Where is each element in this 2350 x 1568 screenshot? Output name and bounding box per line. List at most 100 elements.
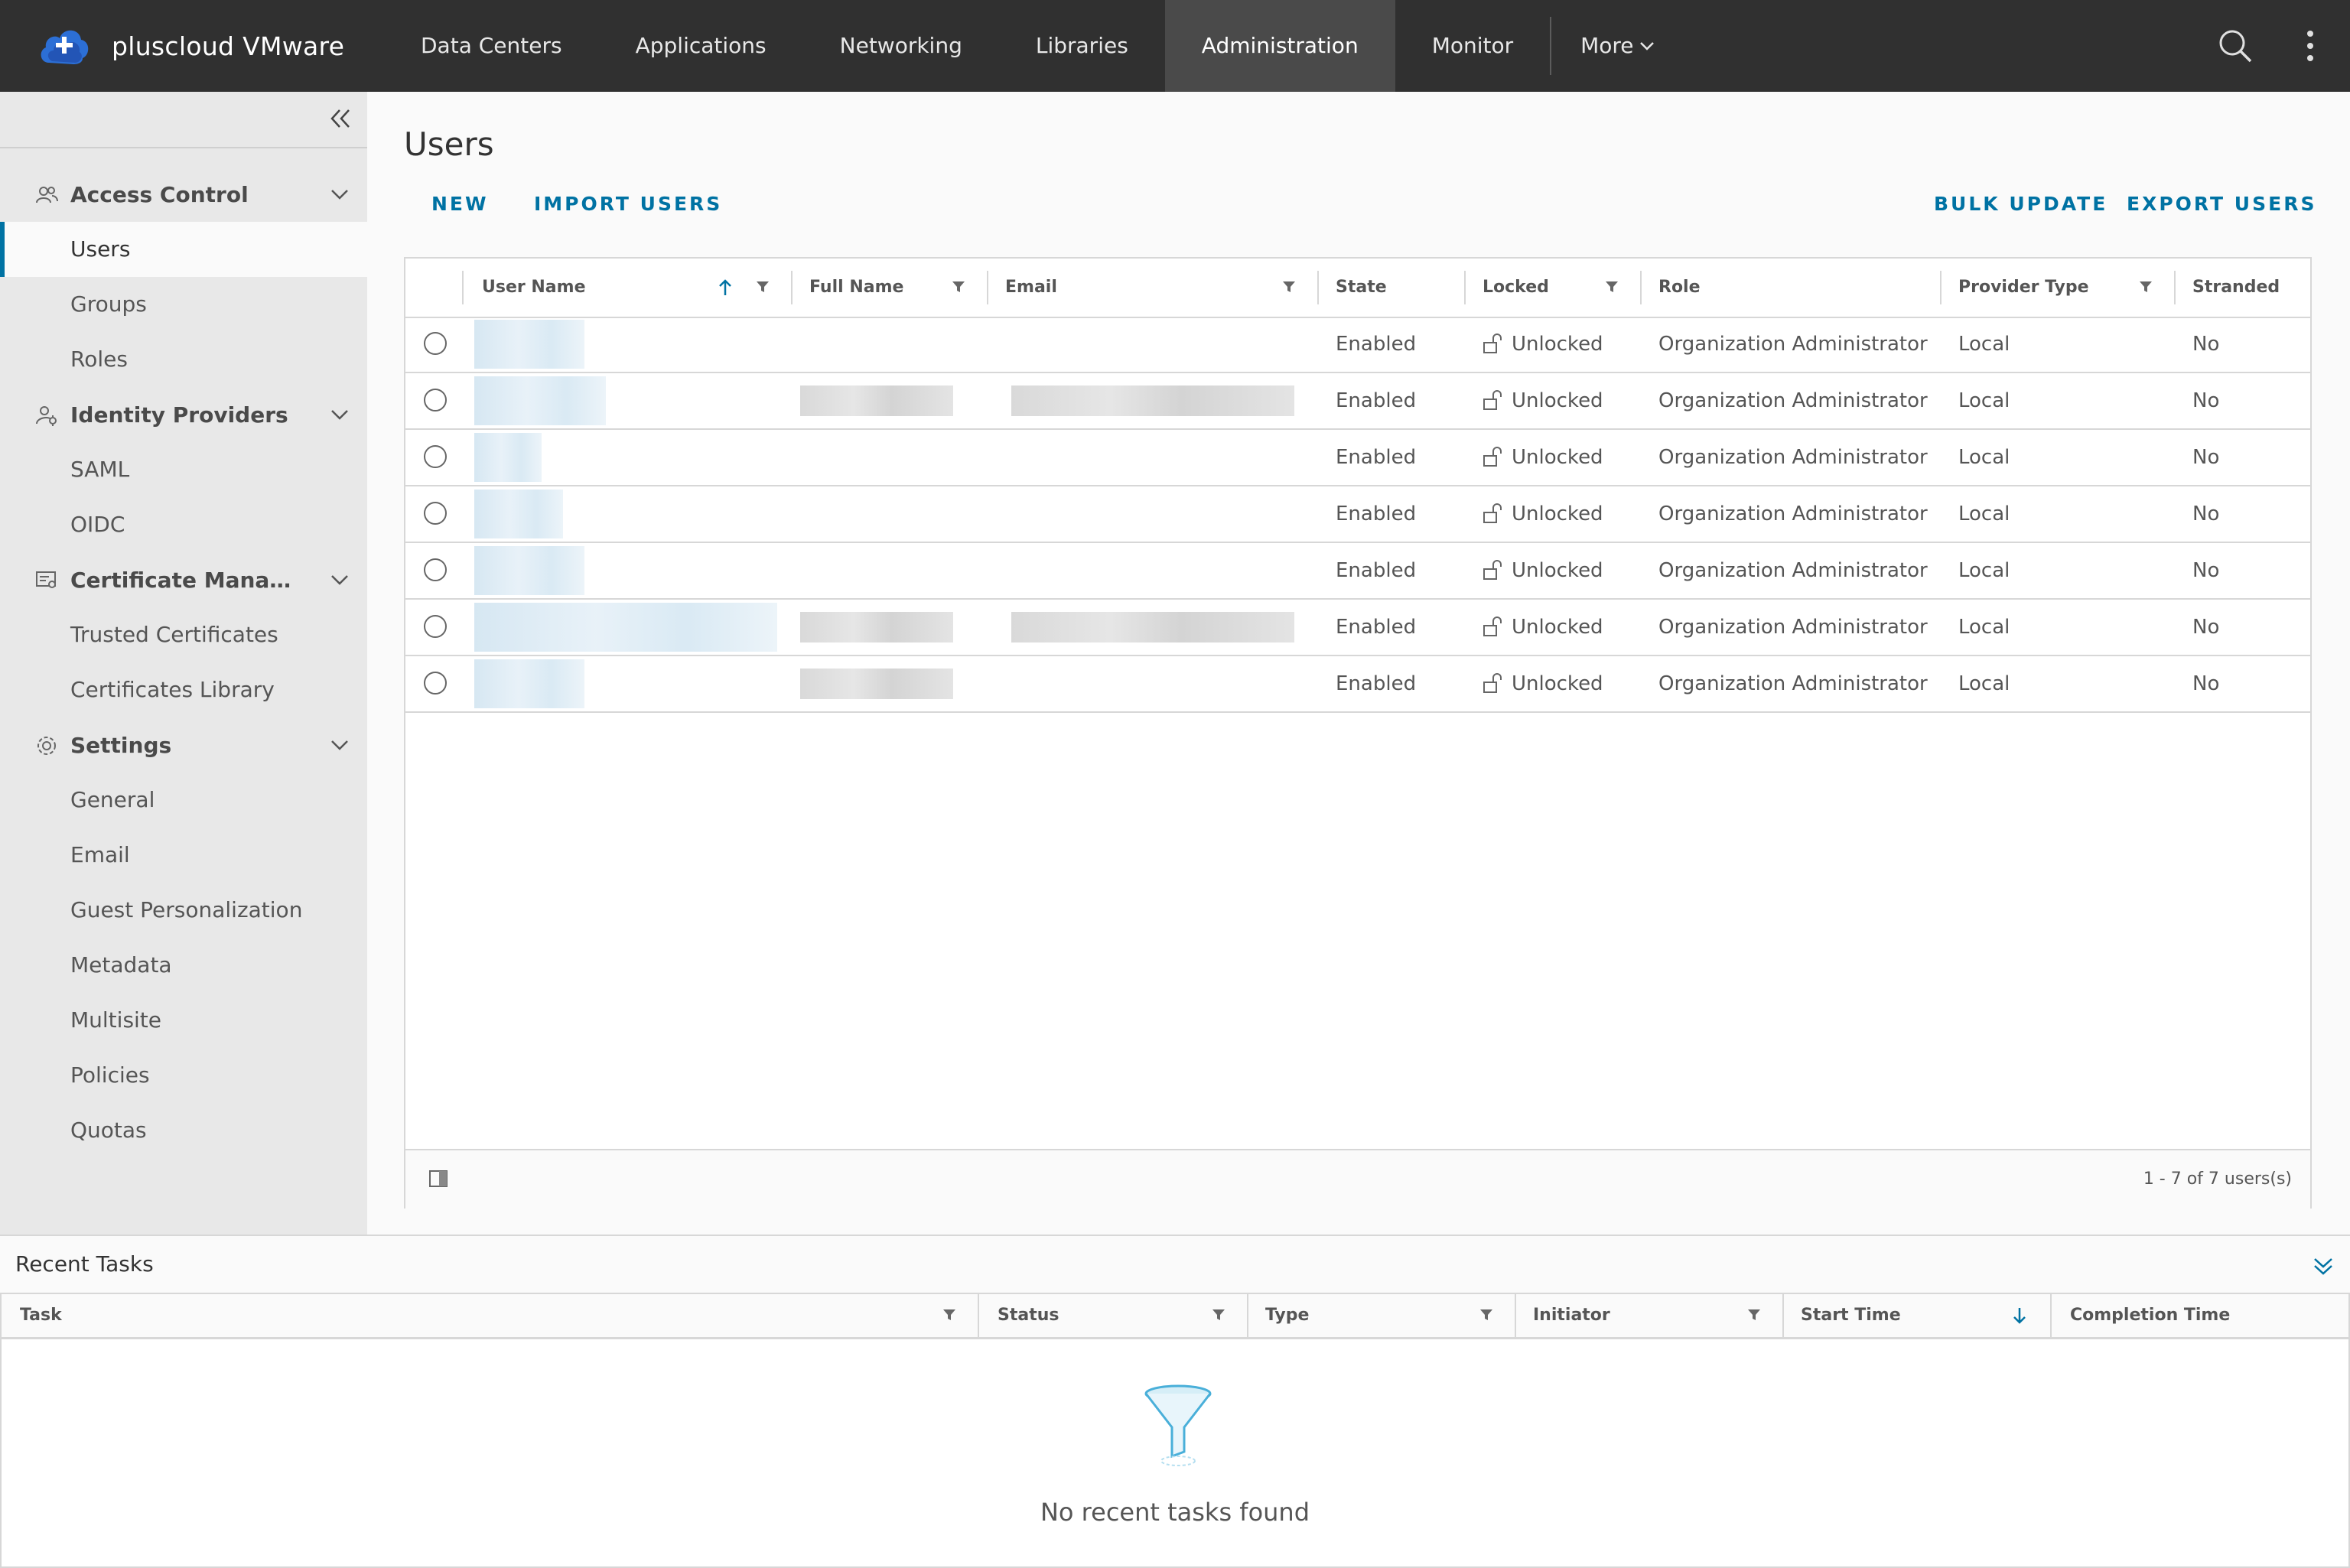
filter-icon[interactable]	[1282, 280, 1296, 294]
filter-icon[interactable]	[952, 280, 965, 294]
sidebar-item-general[interactable]: General	[0, 773, 367, 828]
column-header-type[interactable]: Type	[1265, 1294, 1309, 1337]
sidebar-group-settings[interactable]: Settings	[0, 717, 367, 773]
funnel-icon	[1144, 1384, 1212, 1466]
sidebar-item-certificates-library[interactable]: Certificates Library	[0, 662, 367, 717]
sidebar-group-certificate-management[interactable]: Certificate Managem...	[0, 552, 367, 607]
cell-state: Enabled	[1336, 616, 1417, 639]
sidebar-item-users[interactable]: Users	[0, 222, 367, 277]
table-row[interactable]: Enabled Unlocked Organization Administra…	[405, 600, 2310, 656]
column-header-role[interactable]: Role	[1658, 259, 1701, 317]
table-row[interactable]: Enabled Unlocked Organization Administra…	[405, 656, 2310, 713]
import-users-button[interactable]: IMPORT USERS	[534, 193, 722, 215]
redacted-user-name[interactable]	[474, 659, 584, 708]
cloud-logo-icon	[41, 30, 89, 64]
locked-label: Unlocked	[1512, 559, 1603, 582]
sidebar-item-multisite[interactable]: Multisite	[0, 993, 367, 1048]
row-select-radio[interactable]	[424, 332, 447, 355]
nav-data-centers[interactable]: Data Centers	[384, 0, 599, 92]
redacted-user-name[interactable]	[474, 546, 584, 595]
column-header-stranded[interactable]: Stranded	[2192, 259, 2280, 317]
nav-administration[interactable]: Administration	[1164, 0, 1395, 92]
filter-icon[interactable]	[1479, 1308, 1493, 1322]
cell-state: Enabled	[1336, 333, 1417, 356]
table-row[interactable]: Enabled Unlocked Organization Administra…	[405, 486, 2310, 543]
column-header-start-time[interactable]: Start Time	[1801, 1294, 1901, 1337]
sidebar-item-saml[interactable]: SAML	[0, 442, 367, 497]
empty-state-message: No recent tasks found	[1040, 1498, 1310, 1527]
column-header-provider-type[interactable]: Provider Type	[1958, 259, 2089, 317]
export-users-button[interactable]: EXPORT USERS	[2127, 193, 2316, 215]
cell-stranded: No	[2192, 333, 2220, 356]
filter-icon[interactable]	[942, 1308, 956, 1322]
column-toggle-icon[interactable]	[428, 1169, 448, 1189]
redacted-user-name[interactable]	[474, 376, 606, 425]
row-select-radio[interactable]	[424, 615, 447, 638]
nav-libraries[interactable]: Libraries	[999, 0, 1165, 92]
redacted-user-name[interactable]	[474, 490, 563, 538]
sidebar-group-label: Identity Providers	[70, 402, 288, 428]
column-header-initiator[interactable]: Initiator	[1533, 1294, 1610, 1337]
column-header-completion-time[interactable]: Completion Time	[2070, 1294, 2230, 1337]
redacted-user-name[interactable]	[474, 603, 777, 652]
cell-locked: Unlocked	[1483, 373, 1603, 428]
bulk-update-button[interactable]: BULK UPDATE	[1934, 193, 2108, 215]
collapse-panel-icon[interactable]	[2310, 1253, 2336, 1279]
collapse-sidebar-icon[interactable]	[327, 106, 353, 132]
column-header-task[interactable]: Task	[20, 1294, 62, 1337]
sidebar-item-oidc[interactable]: OIDC	[0, 497, 367, 552]
table-row[interactable]: Enabled Unlocked Organization Administra…	[405, 543, 2310, 600]
sidebar-item-quotas[interactable]: Quotas	[0, 1103, 367, 1158]
table-row[interactable]: Enabled Unlocked Organization Administra…	[405, 373, 2310, 430]
more-vertical-icon[interactable]	[2303, 28, 2318, 64]
column-header-full-name[interactable]: Full Name	[809, 259, 903, 317]
sidebar-item-trusted-certificates[interactable]: Trusted Certificates	[0, 607, 367, 662]
cell-role: Organization Administrator	[1658, 333, 1928, 356]
brand[interactable]: pluscloud VMware	[37, 20, 344, 72]
row-select-radio[interactable]	[424, 502, 447, 525]
nav-applications[interactable]: Applications	[599, 0, 803, 92]
column-separator	[2174, 271, 2176, 304]
redacted-user-name[interactable]	[474, 320, 584, 369]
column-header-state[interactable]: State	[1336, 259, 1387, 317]
column-separator	[1940, 271, 1942, 304]
filter-icon[interactable]	[1605, 280, 1619, 294]
row-select-radio[interactable]	[424, 445, 447, 468]
sidebar-item-email[interactable]: Email	[0, 828, 367, 883]
column-header-status[interactable]: Status	[998, 1294, 1059, 1337]
sort-down-icon[interactable]	[2012, 1306, 2027, 1325]
sidebar-item-guest-personalization[interactable]: Guest Personalization	[0, 883, 367, 938]
redacted-full-name	[800, 385, 953, 416]
redacted-user-name[interactable]	[474, 433, 542, 482]
new-user-button[interactable]: NEW	[431, 193, 489, 215]
filter-icon[interactable]	[756, 280, 770, 294]
nav-networking[interactable]: Networking	[803, 0, 999, 92]
nav-monitor[interactable]: Monitor	[1395, 0, 1550, 92]
sidebar-group-access-control[interactable]: Access Control	[0, 167, 367, 222]
filter-icon[interactable]	[2139, 280, 2153, 294]
filter-icon[interactable]	[1212, 1308, 1225, 1322]
nav-more[interactable]: More	[1551, 0, 1684, 92]
sidebar-item-metadata[interactable]: Metadata	[0, 938, 367, 993]
filter-icon[interactable]	[1747, 1308, 1761, 1322]
column-header-user-name[interactable]: User Name	[482, 259, 586, 317]
sidebar-group-label: Settings	[70, 732, 172, 758]
sidebar-item-policies[interactable]: Policies	[0, 1048, 367, 1103]
column-header-email[interactable]: Email	[1005, 259, 1057, 317]
row-select-radio[interactable]	[424, 672, 447, 695]
search-icon[interactable]	[2217, 28, 2254, 64]
column-separator	[1464, 271, 1466, 304]
table-row[interactable]: Enabled Unlocked Organization Administra…	[405, 317, 2310, 373]
tasks-header: Task Status Type Initiator Start Time Co…	[2, 1294, 2348, 1339]
sidebar-group-identity-providers[interactable]: Identity Providers	[0, 387, 367, 442]
sidebar-item-roles[interactable]: Roles	[0, 332, 367, 387]
page-title: Users	[404, 125, 494, 163]
sidebar-item-groups[interactable]: Groups	[0, 277, 367, 332]
table-row[interactable]: Enabled Unlocked Organization Administra…	[405, 430, 2310, 486]
row-select-radio[interactable]	[424, 389, 447, 412]
column-header-locked[interactable]: Locked	[1483, 259, 1549, 317]
sort-up-icon[interactable]	[718, 278, 733, 297]
unlock-icon	[1483, 333, 1502, 353]
cell-stranded: No	[2192, 446, 2220, 469]
row-select-radio[interactable]	[424, 558, 447, 581]
